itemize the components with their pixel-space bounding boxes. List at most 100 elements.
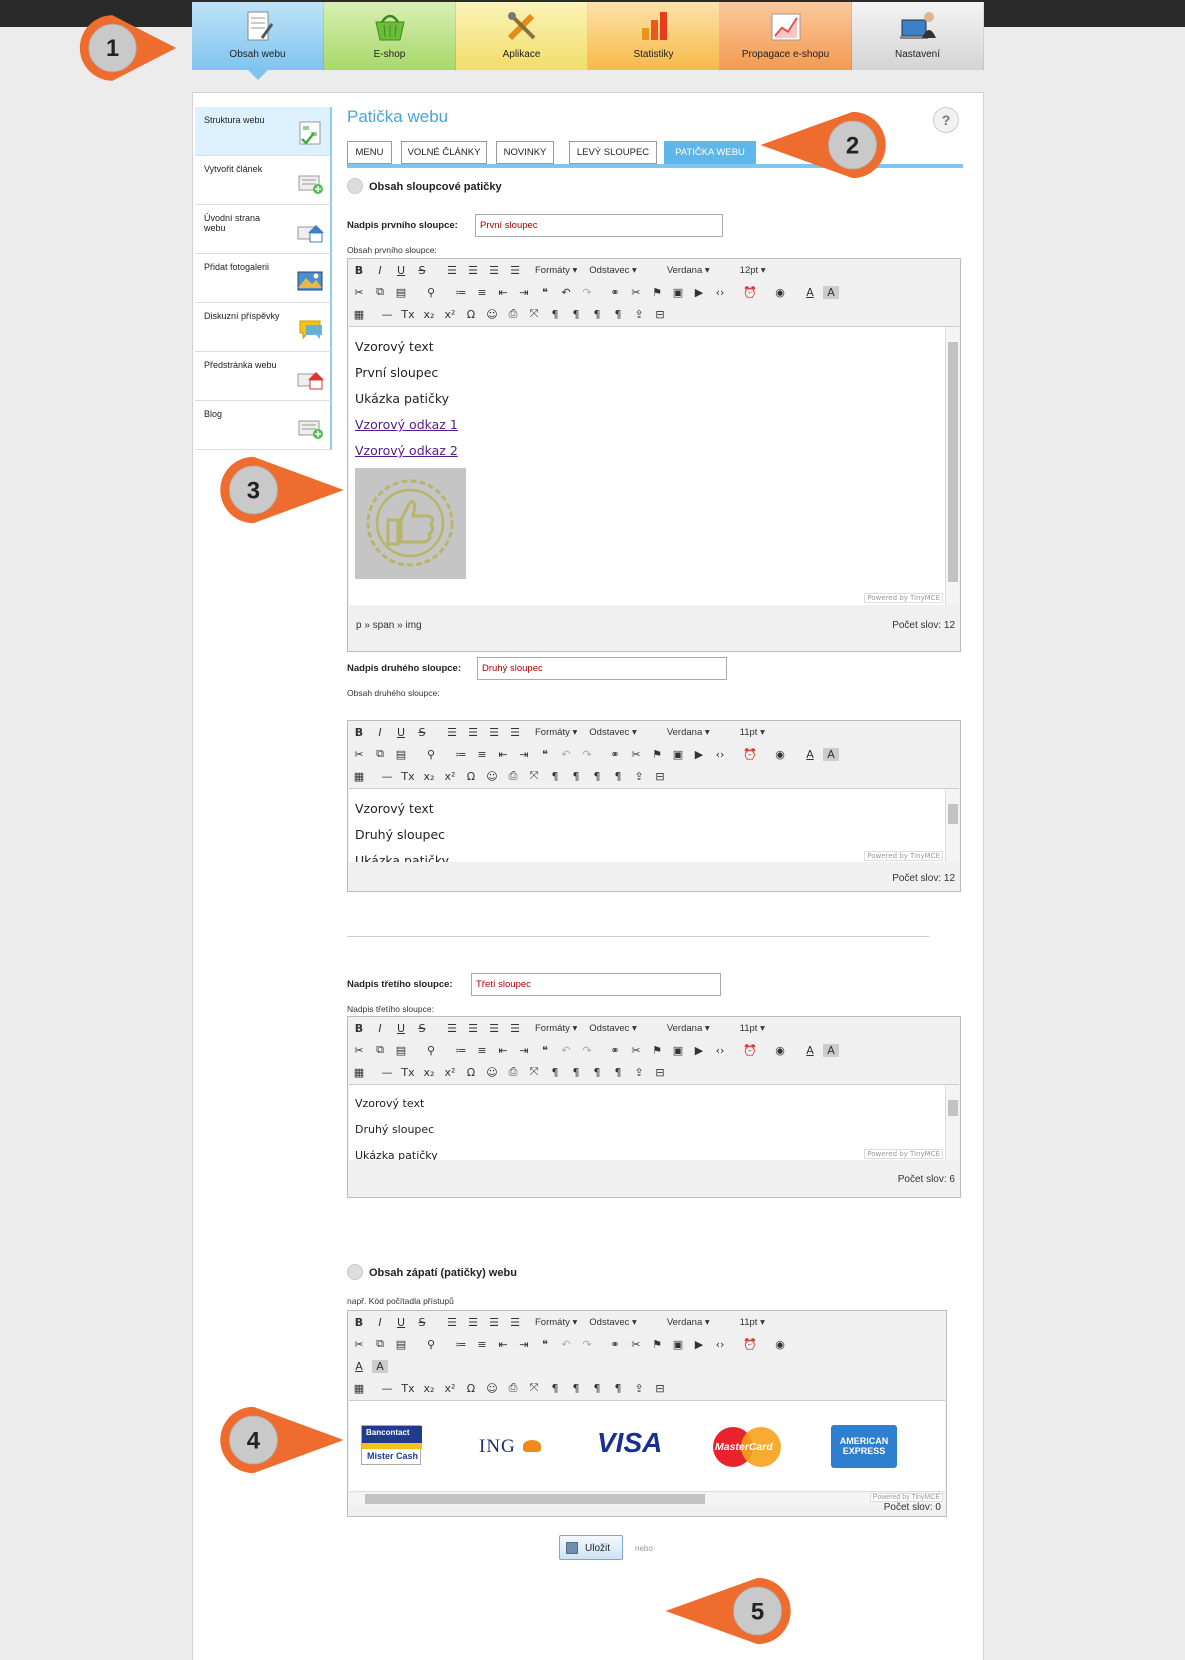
bold-button[interactable]: B — [351, 1022, 367, 1035]
paragraph-select[interactable]: Odstavec ▾ — [589, 265, 637, 276]
paste-icon[interactable]: ▤ — [393, 1044, 409, 1057]
page-break-icon[interactable]: ⊟ — [652, 1382, 668, 1395]
sample-link-2[interactable]: Vzorový odkaz 2 — [355, 443, 458, 458]
copy-icon[interactable]: ⧉ — [372, 285, 388, 299]
numbered-list-icon[interactable]: ≡ — [474, 748, 490, 761]
thumbs-up-badge-image[interactable] — [355, 468, 466, 579]
underline-button[interactable]: U — [393, 1316, 409, 1329]
font-select[interactable]: Verdana ▾ — [667, 1023, 710, 1034]
emoticon-icon[interactable]: ☺ — [484, 1382, 500, 1395]
paste-icon[interactable]: ▤ — [393, 286, 409, 299]
link-icon[interactable]: ⚭ — [607, 1044, 623, 1057]
print-icon[interactable]: ⎙ — [505, 307, 521, 321]
rtl-icon[interactable]: ¶ — [568, 1382, 584, 1395]
align-justify-icon[interactable]: ☰ — [507, 264, 523, 277]
col3-title-input[interactable]: Třetí sloupec — [471, 973, 721, 996]
clock-icon[interactable]: ⏰ — [742, 286, 758, 299]
superscript-icon[interactable]: x² — [442, 1382, 458, 1395]
page-break-icon[interactable]: ⊟ — [652, 1066, 668, 1079]
visa-logo[interactable]: VISA — [597, 1427, 662, 1459]
col1-vertical-scrollbar[interactable] — [945, 327, 959, 605]
subscript-icon[interactable]: x₂ — [421, 1382, 437, 1395]
image-icon[interactable]: ▣ — [670, 286, 686, 299]
sidebar-item-pridat-fotogalerii[interactable]: Přidat fotogalerii — [195, 254, 332, 303]
bg-color-icon[interactable]: A — [372, 1359, 388, 1373]
anchor-icon[interactable]: ⚑ — [649, 286, 665, 299]
subscript-icon[interactable]: x₂ — [421, 1066, 437, 1079]
print-icon[interactable]: ⎙ — [505, 1381, 521, 1395]
table-icon[interactable]: ▦ — [351, 770, 367, 783]
indent-icon[interactable]: ⇥ — [516, 1338, 532, 1351]
nav-tab-eshop[interactable]: E-shop — [324, 2, 456, 70]
code-icon[interactable]: ‹› — [712, 1044, 728, 1057]
blockquote-icon[interactable]: ❝ — [537, 1044, 553, 1057]
section-page-footer-heading[interactable]: Obsah zápatí (patičky) webu — [347, 1264, 517, 1281]
ltr-icon[interactable]: ¶ — [547, 1066, 563, 1079]
italic-button[interactable]: I — [372, 1022, 388, 1035]
sidebar-item-predstranka[interactable]: Předstránka webu — [195, 352, 332, 401]
align-center-icon[interactable]: ☰ — [465, 1022, 481, 1035]
superscript-icon[interactable]: x² — [442, 770, 458, 783]
blockquote-icon[interactable]: ❝ — [537, 286, 553, 299]
align-center-icon[interactable]: ☰ — [465, 264, 481, 277]
show-blocks-icon[interactable]: ¶ — [589, 1066, 605, 1079]
tab-levy-sloupec[interactable]: LEVÝ SLOUPEC — [569, 141, 657, 164]
upload-icon[interactable]: ⇪ — [631, 1382, 647, 1395]
hr-icon[interactable]: — — [379, 770, 395, 783]
clock-icon[interactable]: ⏰ — [742, 1338, 758, 1351]
show-blocks-icon[interactable]: ¶ — [589, 1382, 605, 1395]
unlink-icon[interactable]: ✂ — [628, 286, 644, 299]
subscript-icon[interactable]: x₂ — [421, 770, 437, 783]
media-icon[interactable]: ▶ — [691, 748, 707, 761]
outdent-icon[interactable]: ⇤ — [495, 1338, 511, 1351]
unlink-icon[interactable]: ✂ — [628, 1338, 644, 1351]
cut-icon[interactable]: ✂ — [351, 1044, 367, 1057]
ing-logo[interactable]: ING — [479, 1436, 541, 1458]
redo-icon[interactable]: ↷ — [579, 748, 595, 761]
strike-button[interactable]: S — [414, 264, 430, 277]
underline-button[interactable]: U — [393, 726, 409, 739]
clear-format-icon[interactable]: Tx — [400, 1066, 416, 1079]
anchor-icon[interactable]: ⚑ — [649, 748, 665, 761]
image-icon[interactable]: ▣ — [670, 1338, 686, 1351]
image-icon[interactable]: ▣ — [670, 748, 686, 761]
find-icon[interactable]: ⚲ — [423, 286, 439, 299]
page-break-icon[interactable]: ⊟ — [652, 770, 668, 783]
underline-button[interactable]: U — [393, 1022, 409, 1035]
paragraph-select[interactable]: Odstavec ▾ — [589, 727, 637, 738]
clear-format-icon[interactable]: Tx — [400, 770, 416, 783]
anchor-icon[interactable]: ⚑ — [649, 1338, 665, 1351]
align-left-icon[interactable]: ☰ — [444, 726, 460, 739]
find-icon[interactable]: ⚲ — [423, 748, 439, 761]
col2-vertical-scrollbar[interactable] — [945, 789, 959, 862]
tab-menu[interactable]: MENU — [347, 141, 392, 164]
sample-link-1[interactable]: Vzorový odkaz 1 — [355, 417, 458, 432]
fullscreen-icon[interactable]: ⤧ — [526, 1065, 542, 1079]
paste-icon[interactable]: ▤ — [393, 748, 409, 761]
redo-icon[interactable]: ↷ — [579, 1338, 595, 1351]
bullet-list-icon[interactable]: ≔ — [453, 286, 469, 299]
formats-select[interactable]: Formáty ▾ — [535, 1023, 577, 1034]
link-icon[interactable]: ⚭ — [607, 1338, 623, 1351]
visual-chars-icon[interactable]: ¶ — [610, 770, 626, 783]
indent-icon[interactable]: ⇥ — [516, 286, 532, 299]
visual-chars-icon[interactable]: ¶ — [610, 1066, 626, 1079]
clock-icon[interactable]: ⏰ — [742, 1044, 758, 1057]
paragraph-select[interactable]: Odstavec ▾ — [589, 1317, 637, 1328]
table-icon[interactable]: ▦ — [351, 1382, 367, 1395]
visual-chars-icon[interactable]: ¶ — [610, 308, 626, 321]
align-justify-icon[interactable]: ☰ — [507, 726, 523, 739]
col3-vertical-scrollbar[interactable] — [945, 1085, 959, 1160]
text-color-icon[interactable]: A — [351, 1360, 367, 1373]
formats-select[interactable]: Formáty ▾ — [535, 265, 577, 276]
formats-select[interactable]: Formáty ▾ — [535, 1317, 577, 1328]
table-icon[interactable]: ▦ — [351, 308, 367, 321]
footer-editor-body[interactable]: Bancontact Mister Cash ING VISA MasterCa… — [349, 1400, 945, 1491]
italic-button[interactable]: I — [372, 726, 388, 739]
visual-chars-icon[interactable]: ¶ — [610, 1382, 626, 1395]
ltr-icon[interactable]: ¶ — [547, 308, 563, 321]
paragraph-select[interactable]: Odstavec ▾ — [589, 1023, 637, 1034]
align-justify-icon[interactable]: ☰ — [507, 1022, 523, 1035]
outdent-icon[interactable]: ⇤ — [495, 1044, 511, 1057]
save-button[interactable]: Uložit — [559, 1535, 623, 1560]
